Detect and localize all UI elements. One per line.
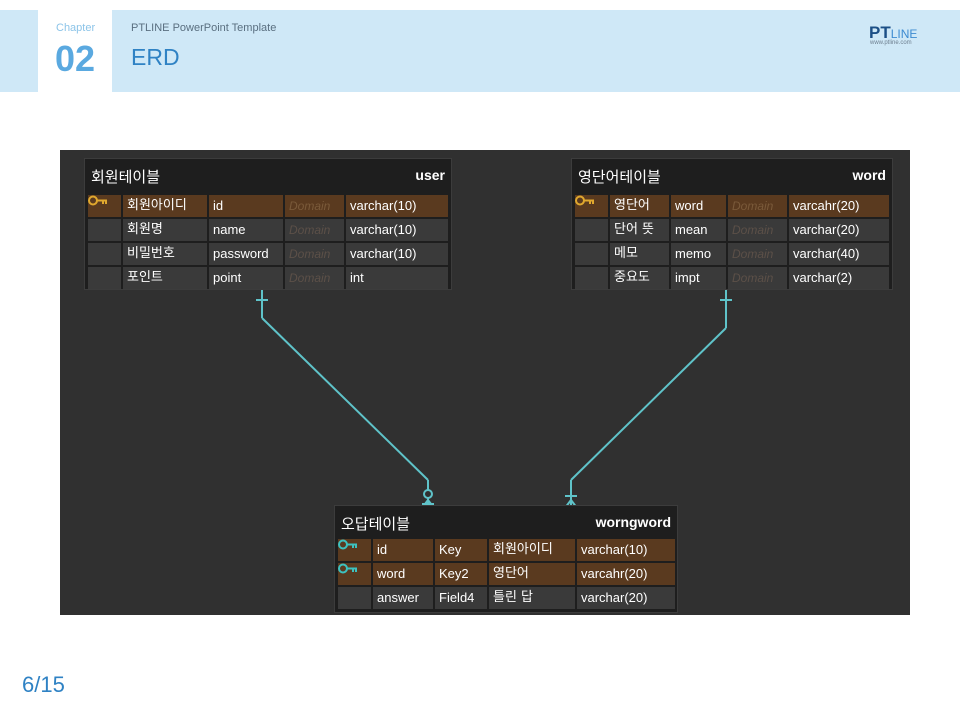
- primary-key-icon: [575, 195, 594, 206]
- key-cell: [88, 243, 121, 265]
- cell-physical-name: name: [209, 219, 283, 241]
- cell-domain: Domain: [728, 267, 787, 289]
- cell-physical-name: id: [209, 195, 283, 217]
- header-side-band: [0, 10, 38, 92]
- cell-logical-name: 틀린 답: [489, 587, 575, 609]
- entity-word[interactable]: 영단어테이블 word 영단어 word Domain varcahr(20) …: [571, 158, 893, 290]
- cell-field-label: Field4: [435, 587, 487, 609]
- key-cell: [575, 243, 608, 265]
- cell-physical-name: point: [209, 267, 283, 289]
- cell-physical-name: word: [671, 195, 726, 217]
- cell-datatype: varchar(10): [346, 195, 448, 217]
- cell-datatype: varchar(10): [346, 243, 448, 265]
- entity-korean-name: 영단어테이블: [578, 168, 661, 186]
- entity-korean-name: 회원테이블: [91, 168, 161, 186]
- chapter-label: Chapter: [56, 22, 96, 34]
- entity-worngword[interactable]: 오답테이블 worngword id Key 회원아이디 varchar(10)…: [334, 505, 678, 613]
- cell-physical-name: mean: [671, 219, 726, 241]
- logo-line-text: LINE: [890, 27, 918, 41]
- cell-datatype: varchar(2): [789, 267, 889, 289]
- key-cell: [338, 563, 371, 585]
- logo-url: www.ptline.com: [870, 40, 912, 46]
- cell-datatype: varchar(40): [789, 243, 889, 265]
- cell-logical-name: 중요도: [610, 267, 669, 289]
- key-cell: [575, 195, 608, 217]
- cell-logical-name: 메모: [610, 243, 669, 265]
- cell-logical-name: 회원아이디: [489, 539, 575, 561]
- chapter-number: 02: [55, 38, 96, 79]
- cell-datatype: varchar(20): [577, 587, 675, 609]
- cell-physical-name: impt: [671, 267, 726, 289]
- cell-domain: Domain: [285, 243, 344, 265]
- foreign-key-icon: [338, 563, 357, 574]
- key-cell: [88, 195, 121, 217]
- key-cell: [575, 267, 608, 289]
- cell-domain: Domain: [728, 195, 787, 217]
- cell-domain: Domain: [285, 267, 344, 289]
- key-cell: [338, 539, 371, 561]
- cell-datatype: varchar(10): [346, 219, 448, 241]
- cell-field-label: Key: [435, 539, 487, 561]
- cell-physical-name: password: [209, 243, 283, 265]
- entity-english-name: worngword: [595, 514, 671, 530]
- relation-user-worngword: [256, 290, 435, 509]
- cell-logical-name: 단어 뜻: [610, 219, 669, 241]
- entity-korean-name: 오답테이블: [341, 515, 411, 533]
- primary-key-icon: [88, 195, 107, 206]
- cell-logical-name: 회원명: [123, 219, 207, 241]
- key-cell: [338, 587, 371, 609]
- page-title: ERD: [131, 44, 180, 70]
- cell-physical-name: word: [373, 563, 433, 585]
- cell-domain: Domain: [285, 195, 344, 217]
- entity-user[interactable]: 회원테이블 user 회원아이디 id Domain varchar(10) 회…: [84, 158, 452, 290]
- cell-physical-name: id: [373, 539, 433, 561]
- cell-logical-name: 영단어: [610, 195, 669, 217]
- cell-domain: Domain: [285, 219, 344, 241]
- foreign-key-icon: [338, 539, 357, 550]
- cell-domain: Domain: [728, 219, 787, 241]
- cell-logical-name: 회원아이디: [123, 195, 207, 217]
- cell-datatype: varcahr(20): [577, 563, 675, 585]
- key-cell: [88, 219, 121, 241]
- entity-english-name: user: [415, 167, 445, 183]
- entity-header: 오답테이블 worngword: [335, 506, 677, 536]
- cell-datatype: varcahr(20): [789, 195, 889, 217]
- cell-field-label: Key2: [435, 563, 487, 585]
- entity-header: 회원테이블 user: [85, 159, 451, 189]
- key-cell: [88, 267, 121, 289]
- cell-datatype: int: [346, 267, 448, 289]
- cell-domain: Domain: [728, 243, 787, 265]
- cell-logical-name: 영단어: [489, 563, 575, 585]
- entity-header: 영단어테이블 word: [572, 159, 892, 189]
- template-name: PTLINE PowerPoint Template: [131, 22, 277, 34]
- key-cell: [575, 219, 608, 241]
- erd-canvas: 회원테이블 user 회원아이디 id Domain varchar(10) 회…: [60, 150, 910, 615]
- page-number: 6/15: [22, 672, 65, 697]
- cell-physical-name: memo: [671, 243, 726, 265]
- cell-datatype: varchar(10): [577, 539, 675, 561]
- entity-english-name: word: [852, 167, 886, 183]
- cell-logical-name: 포인트: [123, 267, 207, 289]
- cell-physical-name: answer: [373, 587, 433, 609]
- relation-word-worngword: [564, 290, 732, 509]
- cell-datatype: varchar(20): [789, 219, 889, 241]
- cell-logical-name: 비밀번호: [123, 243, 207, 265]
